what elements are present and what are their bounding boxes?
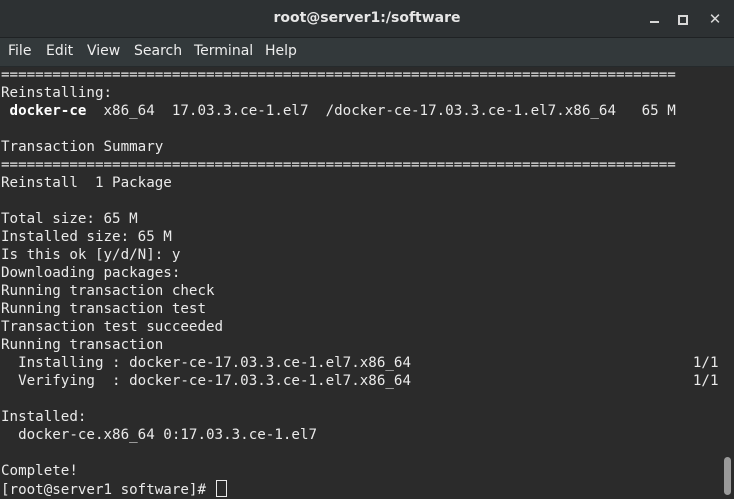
verifying-line: Verifying : docker-ce-17.03.3.ce-1.el7.x… — [1, 373, 719, 389]
transaction-check-line: Running transaction check — [1, 283, 215, 299]
menu-help[interactable]: Help — [265, 38, 297, 66]
reinstall-count: Reinstall 1 Package — [1, 175, 172, 191]
vertical-scrollbar[interactable] — [722, 67, 734, 499]
menu-view[interactable]: View — [87, 38, 120, 66]
menu-bar: File Edit View Search Terminal Help — [0, 38, 734, 67]
reinstalling-header: Reinstalling: — [1, 85, 113, 101]
package-details: x86_64 17.03.3.ce-1.el7 /docker-ce-17.03… — [86, 103, 676, 119]
terminal-output[interactable]: ========================================… — [0, 67, 722, 499]
complete-line: Complete! — [1, 463, 78, 479]
transaction-summary-header: Transaction Summary — [1, 139, 164, 155]
confirm-prompt: Is this ok [y/d/N]: y — [1, 247, 181, 263]
maximize-button[interactable] — [672, 9, 692, 29]
installed-header: Installed: — [1, 409, 87, 425]
close-button[interactable]: ✕ — [705, 9, 725, 29]
menu-terminal[interactable]: Terminal — [194, 38, 253, 66]
scrollbar-thumb[interactable] — [724, 457, 731, 495]
cursor — [215, 480, 227, 497]
running-transaction-line: Running transaction — [1, 337, 164, 353]
maximize-icon — [678, 15, 688, 25]
minimize-button[interactable] — [645, 9, 665, 29]
menu-edit[interactable]: Edit — [46, 38, 73, 66]
separator-line: ========================================… — [1, 67, 676, 83]
test-succeeded-line: Transaction test succeeded — [1, 319, 224, 335]
installed-package: docker-ce.x86_64 0:17.03.3.ce-1.el7 — [1, 427, 318, 443]
shell-prompt-line[interactable]: [root@server1 software]# — [1, 480, 227, 498]
title-bar[interactable]: root@server1:/software ✕ — [0, 0, 734, 38]
window-title: root@server1:/software — [273, 10, 461, 26]
separator-line: ========================================… — [1, 157, 676, 173]
menu-search[interactable]: Search — [134, 38, 182, 66]
menu-file[interactable]: File — [8, 38, 31, 66]
installed-size: Installed size: 65 M — [1, 229, 172, 245]
terminal-window: root@server1:/software ✕ File Edit View … — [0, 0, 734, 499]
installing-line: Installing : docker-ce-17.03.3.ce-1.el7.… — [1, 355, 719, 371]
package-row: docker-ce x86_64 17.03.3.ce-1.el7 /docke… — [1, 102, 676, 120]
transaction-test-line: Running transaction test — [1, 301, 206, 317]
close-icon: ✕ — [708, 10, 722, 28]
shell-prompt: [root@server1 software]# — [1, 482, 215, 498]
downloading-line: Downloading packages: — [1, 265, 181, 281]
package-name: docker-ce — [1, 103, 87, 119]
total-size: Total size: 65 M — [1, 211, 138, 227]
minimize-icon — [650, 21, 659, 23]
